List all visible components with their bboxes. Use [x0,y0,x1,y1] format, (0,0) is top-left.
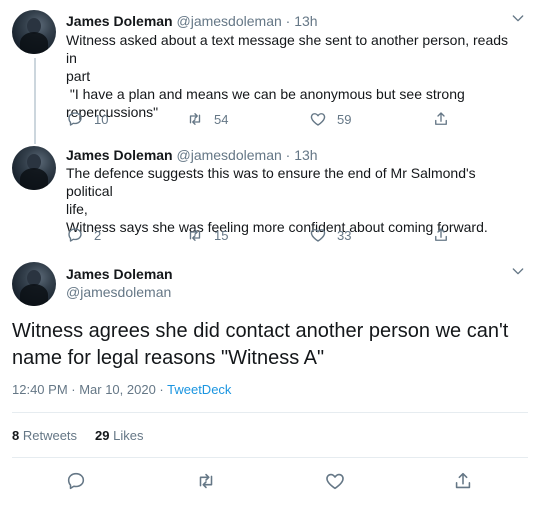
retweet-button[interactable]: 15 [186,225,228,245]
divider [12,457,528,458]
retweet-icon [189,113,201,125]
author-name[interactable]: James Doleman [66,13,173,29]
tweet-text-line: The defence suggests this was to ensure … [66,165,476,199]
separator: · [285,147,291,163]
like-button[interactable]: 33 [309,225,351,245]
tweet-stats: 8 Retweets 29 Likes [12,428,143,443]
avatar[interactable] [12,10,56,54]
avatar[interactable] [12,146,56,190]
divider [12,412,528,413]
tweet-2[interactable]: James Doleman @jamesdoleman · 13h The de… [0,140,540,250]
tweet-text: Witness asked about a text message she s… [66,31,512,121]
share-button[interactable] [452,470,474,492]
tweet-metadata: 12:40 PM · Mar 10, 2020 · TweetDeck [12,382,231,397]
retweets-stat[interactable]: 8 Retweets [12,428,77,443]
retweet-icon [199,473,213,489]
share-icon [435,228,447,241]
retweet-count: 54 [214,111,229,127]
tweet-text-line: life, [66,201,88,217]
author-name[interactable]: James Doleman [66,265,173,283]
share-icon [435,112,447,125]
tweet-1[interactable]: James Doleman @jamesdoleman · 13h Witnes… [0,0,540,140]
retweet-count: 15 [214,227,229,243]
tweet-text-line: part [66,68,91,84]
retweet-icon [189,229,201,241]
like-button[interactable] [324,470,346,492]
like-count: 59 [337,111,352,127]
separator: · [285,13,291,29]
like-count: 33 [337,227,352,243]
reply-button[interactable] [65,470,87,492]
likes-stat[interactable]: 29 Likes [95,428,143,443]
retweets-label: Retweets [19,428,78,443]
tweet-text-line: "I have a plan and means we can be anony… [66,86,465,102]
author-name[interactable]: James Doleman [66,147,173,163]
share-button[interactable] [432,109,450,129]
chevron-down-icon[interactable] [510,10,526,26]
chevron-down-icon[interactable] [510,263,526,279]
likes-count: 29 [95,428,110,443]
tweet-header: James Doleman @jamesdoleman · 13h [66,12,318,30]
author-handle[interactable]: @jamesdoleman [66,283,171,301]
share-button[interactable] [432,225,450,245]
tweet-actions: 2 15 33 [66,225,466,245]
tweet-header: James Doleman @jamesdoleman · 13h [66,146,318,164]
like-button[interactable]: 59 [309,109,351,129]
tweet-time[interactable]: 13h [294,147,317,163]
reply-button[interactable]: 10 [66,109,108,129]
share-icon [455,472,471,489]
likes-label: Likes [109,428,144,443]
main-tweet-text: Witness agrees she did contact another p… [12,318,532,372]
tweet-text-line: Witness asked about a text message she s… [66,32,509,66]
tweet-source-link[interactable]: TweetDeck [167,382,231,397]
reply-button[interactable]: 2 [66,225,101,245]
reply-count: 2 [94,227,102,243]
reply-icon [68,228,82,242]
tweet-actions: 10 54 59 [66,109,466,129]
reply-count: 10 [94,111,109,127]
tweet-timestamp[interactable]: 12:40 PM · Mar 10, 2020 · [12,382,167,397]
heart-icon [326,473,344,490]
reply-icon [67,472,85,490]
main-tweet-text-line: name for legal reasons "Witness A" [12,347,325,369]
heart-icon [310,113,326,126]
avatar[interactable] [12,262,56,306]
main-tweet-text-line: Witness agrees she did contact another p… [12,320,509,342]
reply-icon [68,112,82,126]
author-handle[interactable]: @jamesdoleman [177,13,282,29]
author-handle[interactable]: @jamesdoleman [177,147,282,163]
tweet-time[interactable]: 13h [294,13,317,29]
main-tweet-actions [0,470,540,494]
retweet-button[interactable] [195,470,217,492]
heart-icon [310,229,326,242]
retweet-button[interactable]: 54 [186,109,228,129]
